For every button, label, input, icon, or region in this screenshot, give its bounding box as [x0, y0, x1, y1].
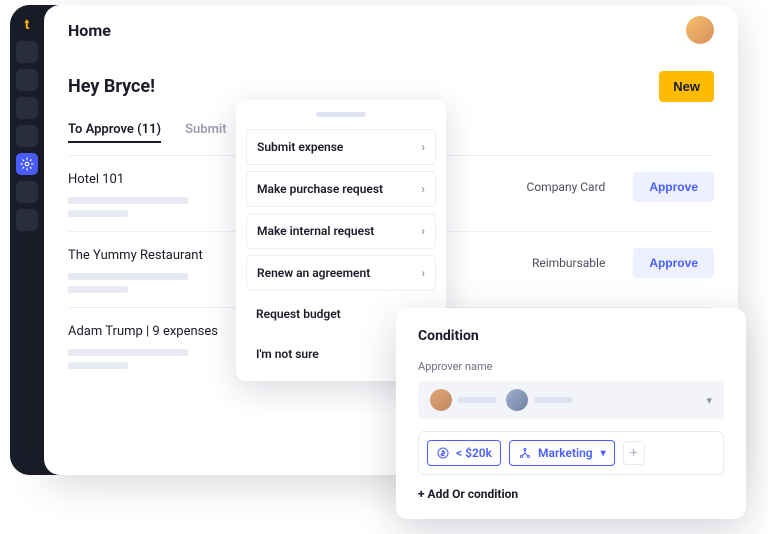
avatar: [506, 389, 528, 411]
sidebar: t: [10, 5, 44, 475]
page-title: Home: [68, 21, 111, 40]
greeting: Hey Bryce!: [68, 76, 155, 97]
chevron-down-icon: ▾: [601, 448, 606, 459]
tab-to-approve[interactable]: To Approve (11): [68, 122, 161, 143]
condition-card: Condition Approver name ▾ < $20k Marketi…: [396, 308, 746, 519]
sidebar-item-active[interactable]: [16, 153, 38, 175]
sidebar-item-6[interactable]: [16, 181, 38, 203]
condition-title: Condition: [418, 328, 724, 344]
action-label: Submit expense: [257, 140, 343, 154]
action-label: Make purchase request: [257, 182, 383, 196]
new-button[interactable]: New: [659, 71, 714, 102]
action-make-purchase-request[interactable]: Make purchase request ›: [246, 171, 436, 207]
chevron-right-icon: ›: [421, 182, 425, 196]
expense-type: Reimbursable: [532, 256, 605, 270]
sidebar-item-4[interactable]: [16, 125, 38, 147]
user-avatar[interactable]: [686, 16, 714, 44]
action-renew-agreement[interactable]: Renew an agreement ›: [246, 255, 436, 291]
app-logo: t: [17, 15, 37, 35]
expense-type: Company Card: [527, 180, 606, 194]
sidebar-item-3[interactable]: [16, 97, 38, 119]
chevron-right-icon: ›: [421, 266, 425, 280]
approve-button[interactable]: Approve: [633, 172, 714, 202]
approver-label: Approver name: [418, 360, 724, 373]
action-make-internal-request[interactable]: Make internal request ›: [246, 213, 436, 249]
approver-person: [506, 389, 572, 411]
chevron-right-icon: ›: [421, 140, 425, 154]
action-label: Renew an agreement: [257, 266, 370, 280]
approver-person: [430, 389, 496, 411]
condition-chips: < $20k Marketing ▾ +: [418, 431, 724, 475]
sidebar-item-2[interactable]: [16, 69, 38, 91]
approve-button[interactable]: Approve: [633, 248, 714, 278]
action-submit-expense[interactable]: Submit expense ›: [246, 129, 436, 165]
amount-chip[interactable]: < $20k: [427, 440, 501, 466]
tab-submit[interactable]: Submit: [185, 122, 227, 143]
department-icon: [518, 446, 532, 460]
chip-label: < $20k: [456, 446, 492, 460]
action-label: Request budget: [256, 307, 341, 321]
department-chip[interactable]: Marketing ▾: [509, 440, 615, 466]
avatar: [430, 389, 452, 411]
sidebar-item-1[interactable]: [16, 41, 38, 63]
action-label: Make internal request: [257, 224, 374, 238]
chevron-down-icon: ▾: [706, 394, 712, 407]
approver-selector[interactable]: ▾: [418, 381, 724, 419]
chevron-right-icon: ›: [421, 224, 425, 238]
dollar-icon: [436, 446, 450, 460]
drag-handle[interactable]: [316, 112, 366, 117]
add-chip-button[interactable]: +: [623, 441, 645, 465]
action-label: I'm not sure: [256, 347, 319, 361]
chip-label: Marketing: [538, 446, 593, 460]
top-bar: Home: [44, 5, 738, 55]
add-or-condition[interactable]: + Add Or condition: [418, 487, 724, 501]
sidebar-item-7[interactable]: [16, 209, 38, 231]
